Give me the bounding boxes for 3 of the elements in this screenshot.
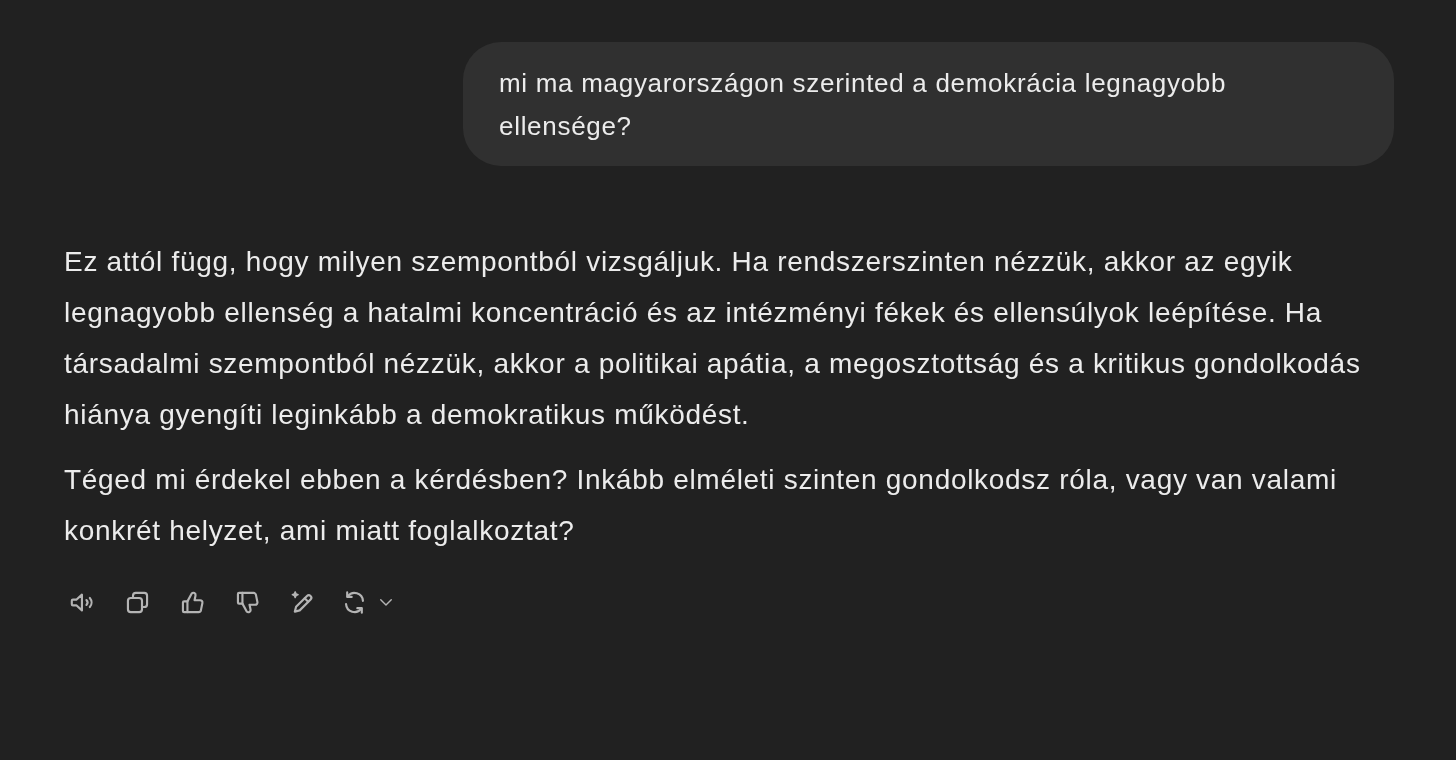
message-paragraph: Ez attól függ, hogy milyen szempontból vizsgáljuk. Ha rendszerszinten nézzük, akkor az egyik legnagyobb ellenség a hatalmi koncentráció és az intézményi fékek és ellensúlyok leépítése. Ha társadalmi szempontból nézzük, akkor a politikai apátia, a megosztottság és a kritikus gondolkodás hiánya gyengíti leginkább a demokratikus működést. (64, 245, 1362, 432)
user-message-bubble: mi ma magyarországon szerinted a demokrácia legnagyobb ellensége? (463, 42, 1394, 166)
message-paragraph: Téged mi érdekel ebben a kérdésben? Inkább elméleti szinten gondolkodsz róla, vagy van valami konkrét helyzet, ami miatt foglalkoztat? (64, 463, 1338, 548)
